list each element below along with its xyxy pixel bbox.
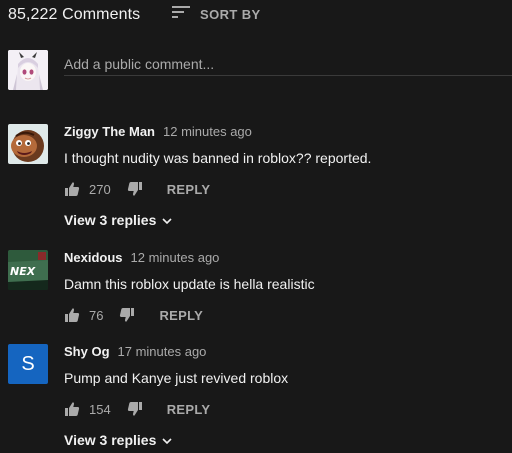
sort-by-label: SORT BY — [200, 6, 261, 22]
comment-author[interactable]: Ziggy The Man — [64, 124, 155, 139]
dislike-icon[interactable] — [127, 401, 143, 417]
comment-actions: 76 REPLY — [64, 305, 504, 325]
dislike-icon[interactable] — [127, 181, 143, 197]
like-count: 270 — [89, 181, 111, 197]
comment-text: Damn this roblox update is hella realist… — [64, 276, 315, 292]
comment-meta: Nexidous 12 minutes ago — [64, 250, 504, 268]
comment-body: Shy Og 17 minutes ago Pump and Kanye jus… — [64, 344, 504, 449]
commenter-avatar[interactable] — [8, 124, 48, 164]
comment-author[interactable]: Nexidous — [64, 250, 123, 265]
dislike-icon[interactable] — [119, 307, 135, 323]
comments-header: 85,222 Comments — [8, 4, 140, 26]
comment-actions: 154 REPLY — [64, 399, 504, 419]
comment-time[interactable]: 12 minutes ago — [131, 250, 220, 265]
comment-text: I thought nudity was banned in roblox?? … — [64, 150, 372, 166]
view-replies-button[interactable]: View 3 replies — [64, 211, 504, 229]
comment-meta: Ziggy The Man 12 minutes ago — [64, 124, 504, 142]
sort-by-button[interactable]: SORT BY — [172, 4, 261, 24]
view-replies-label: View 3 replies — [64, 212, 157, 228]
current-user-avatar — [8, 50, 48, 90]
comment-body: Ziggy The Man 12 minutes ago I thought n… — [64, 124, 504, 229]
like-count: 76 — [89, 307, 104, 323]
comment-author[interactable]: Shy Og — [64, 344, 110, 359]
view-replies-button[interactable]: View 3 replies — [64, 431, 504, 449]
sort-icon — [172, 5, 190, 24]
comment-time[interactable]: 12 minutes ago — [163, 124, 252, 139]
chevron-down-icon — [162, 432, 172, 448]
comment-time[interactable]: 17 minutes ago — [118, 344, 207, 359]
reply-button[interactable]: REPLY — [167, 402, 211, 417]
like-icon[interactable] — [64, 401, 80, 417]
comment-count: 85,222 Comments — [8, 6, 141, 23]
nexidous-avatar-text: NEX — [10, 265, 36, 278]
comment-text: Pump and Kanye just revived roblox — [64, 370, 289, 386]
comment-actions: 270 REPLY — [64, 179, 504, 199]
add-comment-row: Add a public comment... — [8, 50, 512, 94]
avatar-letter: S — [21, 352, 35, 375]
chevron-down-icon — [162, 212, 172, 228]
like-count: 154 — [89, 401, 111, 417]
comment-body: Nexidous 12 minutes ago Damn this roblox… — [64, 250, 504, 325]
like-icon[interactable] — [64, 307, 80, 323]
add-comment-input[interactable]: Add a public comment... — [64, 52, 512, 76]
reply-button[interactable]: REPLY — [167, 182, 211, 197]
like-icon[interactable] — [64, 181, 80, 197]
comment-meta: Shy Og 17 minutes ago — [64, 344, 504, 362]
commenter-avatar[interactable]: NEX — [8, 250, 48, 290]
commenter-avatar[interactable]: S — [8, 344, 48, 384]
view-replies-label: View 3 replies — [64, 432, 157, 448]
reply-button[interactable]: REPLY — [159, 308, 203, 323]
